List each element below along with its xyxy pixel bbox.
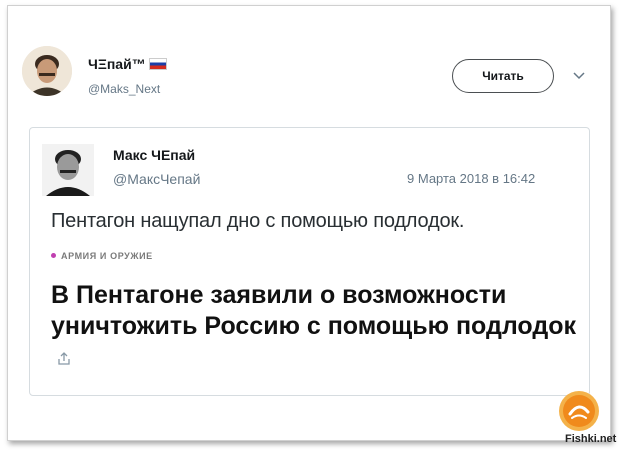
- russian-flag-icon: [148, 58, 167, 70]
- share-icon[interactable]: [57, 352, 71, 366]
- quoted-avatar-image: [42, 144, 94, 196]
- quoted-timestamp[interactable]: 9 Марта 2018 в 16:42: [407, 171, 535, 186]
- chevron-down-icon[interactable]: [572, 70, 586, 80]
- quoted-display-name[interactable]: Макс ЧЕпай: [113, 147, 195, 163]
- fishki-logo-icon: [559, 391, 599, 431]
- author-handle[interactable]: @Maks_Next: [88, 82, 160, 96]
- quoted-tweet-text: Пентагон нащупал дно с помощью подлодок.: [51, 210, 465, 232]
- author-display-name[interactable]: ЧΞпай™: [88, 56, 167, 72]
- article-category[interactable]: АРМИЯ И ОРУЖИЕ: [51, 251, 153, 261]
- author-avatar-image: [22, 46, 72, 96]
- quoted-handle[interactable]: @МаксЧепай: [113, 171, 200, 187]
- category-dot-icon: [51, 253, 56, 258]
- author-avatar[interactable]: [22, 46, 72, 96]
- watermark: Fishki.net: [565, 433, 617, 445]
- quoted-author-avatar[interactable]: [42, 144, 94, 196]
- headline-text: В Пентагоне заявили о возможности уничто…: [51, 281, 576, 340]
- article-headline[interactable]: В Пентагоне заявили о возможности уничто…: [51, 280, 591, 373]
- follow-button[interactable]: Читать: [452, 59, 554, 93]
- category-label: АРМИЯ И ОРУЖИЕ: [61, 251, 153, 261]
